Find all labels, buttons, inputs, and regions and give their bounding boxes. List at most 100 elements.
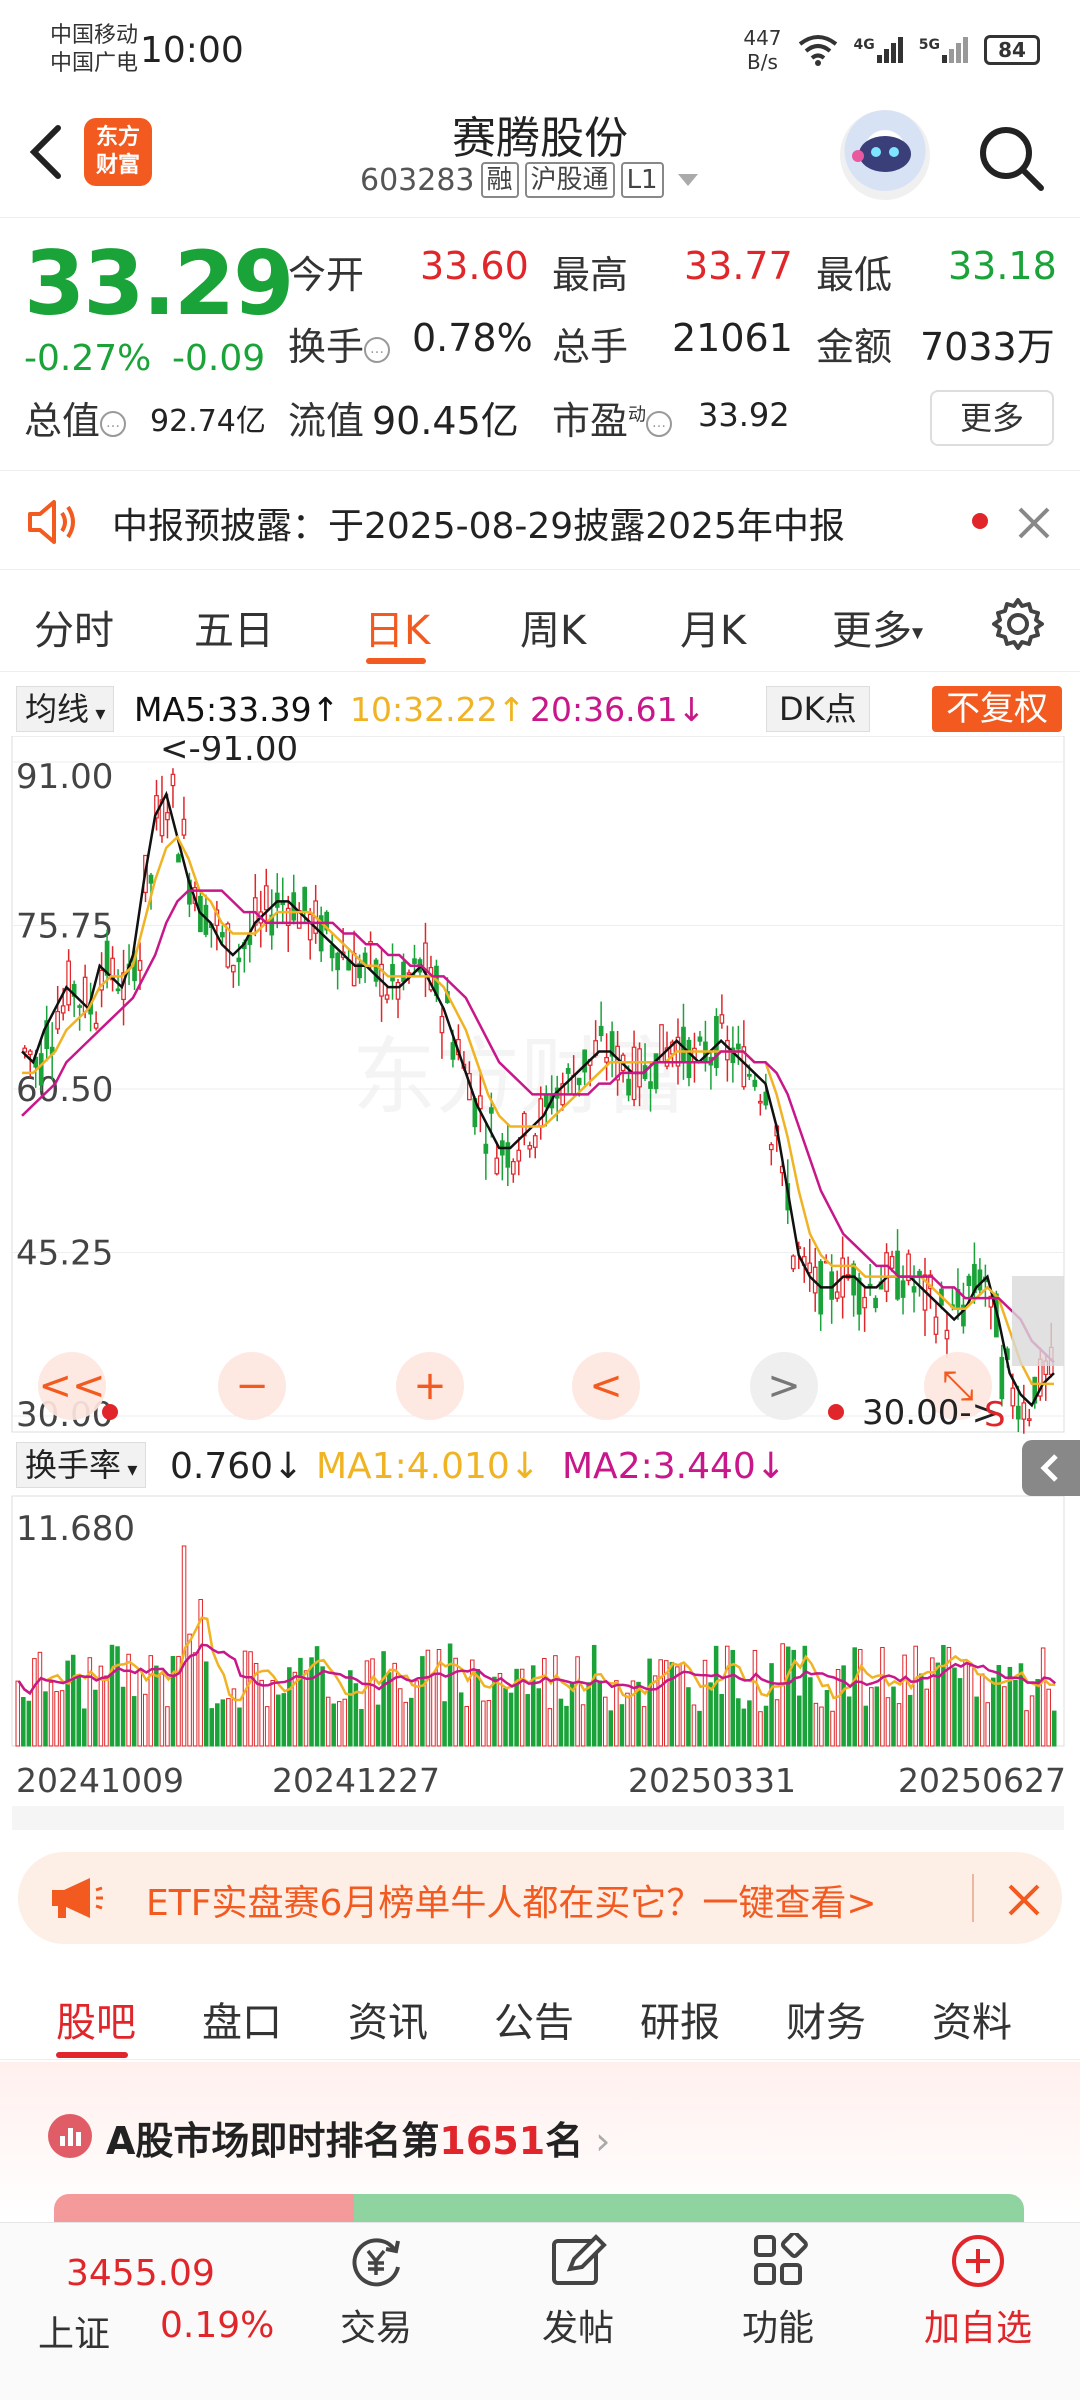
tab-announcements[interactable]: 公告 — [494, 1990, 574, 2048]
more-quote-button[interactable]: 更多 — [930, 390, 1054, 446]
price-marker-dot — [828, 1404, 844, 1420]
add-watchlist-button[interactable]: 加自选 — [908, 2233, 1048, 2351]
rewind-icon[interactable]: << — [38, 1352, 106, 1420]
rank-bar-down — [354, 2194, 1024, 2224]
candle-body — [488, 1107, 494, 1114]
turnover-bar — [675, 1666, 680, 1747]
post-button[interactable]: 发帖 — [508, 2233, 648, 2351]
tab-financials[interactable]: 财务 — [786, 1990, 866, 2048]
functions-label: 功能 — [741, 2308, 814, 2349]
tab-intraday[interactable]: 分时 — [34, 598, 114, 656]
candle-body — [329, 944, 335, 959]
turnover-bar — [192, 1652, 198, 1747]
pe-label: 市盈动… — [552, 390, 673, 445]
pan-left-icon[interactable]: < — [572, 1352, 640, 1420]
tab-research[interactable]: 研报 — [640, 1990, 720, 2048]
net-speed: 447 B/s — [743, 26, 781, 74]
carrier-2: 中国广电 — [50, 51, 139, 76]
candle-body — [604, 1056, 609, 1063]
level-tag: L1 — [620, 162, 664, 198]
turnover-bar — [320, 1666, 325, 1747]
rank-text: A股市场即时排名第1651名 › — [106, 2110, 610, 2165]
turnover-bar — [237, 1707, 242, 1747]
turnover-bar — [82, 1708, 87, 1747]
tab-daily-k[interactable]: 日K — [364, 598, 430, 656]
info-icon[interactable]: … — [364, 336, 391, 363]
turnover-legend: 换手率 ▾ 0.760↓ MA1:4.010↓ MA2:3.440↓ — [0, 1438, 1080, 1494]
zoom-in-icon[interactable]: + — [396, 1352, 464, 1420]
candle-body — [302, 886, 308, 912]
rank-suffix: 名 — [545, 2119, 584, 2163]
tab-weekly-k[interactable]: 周K — [520, 598, 586, 656]
turnover-bar — [846, 1696, 852, 1747]
zoom-in-icon-glyph: + — [413, 1363, 447, 1409]
turnover-bar — [558, 1698, 564, 1747]
turnover-bar — [336, 1701, 342, 1747]
collapse-panel-button[interactable] — [1022, 1440, 1080, 1496]
dk-point-button[interactable]: DK点 — [766, 686, 870, 732]
tab-profile[interactable]: 资料 — [932, 1990, 1012, 2048]
etf-promo-banner[interactable]: ETF实盘赛6月榜单牛人都在买它？一键查看> — [18, 1852, 1062, 1944]
megaphone-icon — [52, 1878, 103, 1918]
tab-guba[interactable]: 股吧 — [56, 1990, 136, 2048]
turnover-bar — [918, 1673, 924, 1747]
candle-body — [55, 1010, 61, 1030]
candle-body — [351, 952, 357, 987]
stock-code-row[interactable]: 603283 融 沪股通 L1 — [360, 162, 698, 198]
turnover-bar — [259, 1679, 264, 1747]
trade-button[interactable]: 交易 — [306, 2233, 446, 2351]
tab-pankou[interactable]: 盘口 — [202, 1990, 282, 2048]
quote-panel: 33.29 -0.27% -0.09 今开 33.60 最高 33.77 最低 … — [0, 218, 1080, 468]
gear-icon[interactable] — [990, 596, 1046, 652]
turnover-bar — [780, 1643, 785, 1747]
candle-body — [66, 960, 72, 1006]
turnover-bar — [348, 1670, 353, 1747]
close-icon[interactable] — [1004, 1880, 1044, 1920]
market-rank[interactable]: A股市场即时排名第1651名 › — [0, 2062, 1080, 2224]
candle-body — [543, 1094, 549, 1108]
rank-bar-up — [54, 2194, 354, 2224]
candle-body — [77, 1005, 82, 1008]
price-marker-label: 30.00-> — [862, 1393, 1000, 1433]
info-icon[interactable]: … — [100, 410, 127, 437]
active-tab-indicator — [56, 2052, 128, 2058]
candle-body — [1010, 1387, 1016, 1407]
candle-body — [686, 1039, 692, 1079]
turnover-bar — [630, 1680, 636, 1747]
turnover-bar — [120, 1686, 126, 1747]
tab-more[interactable]: 更多▾ — [832, 598, 923, 656]
search-icon[interactable] — [975, 122, 1047, 194]
candle-body — [807, 1262, 813, 1274]
assistant-robot-icon[interactable] — [840, 110, 930, 200]
open-value: 33.60 — [420, 244, 529, 288]
zoom-out-icon[interactable]: − — [218, 1352, 286, 1420]
info-icon[interactable]: … — [646, 410, 673, 437]
float-label: 流值 — [288, 399, 365, 443]
tab-five-day[interactable]: 五日 — [194, 598, 274, 656]
turnover-bar — [736, 1698, 741, 1747]
turnover-bar — [536, 1688, 542, 1747]
index-name: 上证 — [38, 2314, 111, 2355]
turnover-bar — [857, 1648, 863, 1747]
notice-bar[interactable]: 中报预披露：于2025-08-29披露2025年中报 — [0, 470, 1080, 570]
net-speed-value: 447 — [743, 26, 782, 50]
turnover-bar — [203, 1661, 209, 1747]
sub-indicator-selector[interactable]: 换手率 ▾ — [16, 1442, 147, 1488]
k-line-chart[interactable]: 东方财富91.0075.7560.5045.2530.00<-91.00<<−+… — [0, 736, 1080, 1836]
functions-button[interactable]: 功能 — [708, 2233, 848, 2351]
mktcap-label: 总值… — [24, 390, 127, 445]
indicator-selector[interactable]: 均线 ▾ — [16, 686, 115, 732]
turnover-bar — [885, 1697, 891, 1747]
candle-body — [977, 1269, 983, 1291]
turnover-ma2: MA2:3.440↓ — [562, 1446, 786, 1487]
turnover-bar — [1002, 1686, 1007, 1747]
candle-body — [725, 1039, 730, 1061]
tab-monthly-k[interactable]: 月K — [680, 598, 746, 656]
pan-right-icon[interactable]: > — [750, 1352, 818, 1420]
adjust-button[interactable]: 不复权 — [932, 686, 1062, 732]
caret-down-icon: ▾ — [121, 1457, 138, 1481]
close-icon[interactable] — [1016, 505, 1052, 541]
tab-news[interactable]: 资讯 — [348, 1990, 428, 2048]
turnover-bar — [381, 1651, 386, 1747]
x-tick-label: 20241009 — [16, 1761, 184, 1800]
